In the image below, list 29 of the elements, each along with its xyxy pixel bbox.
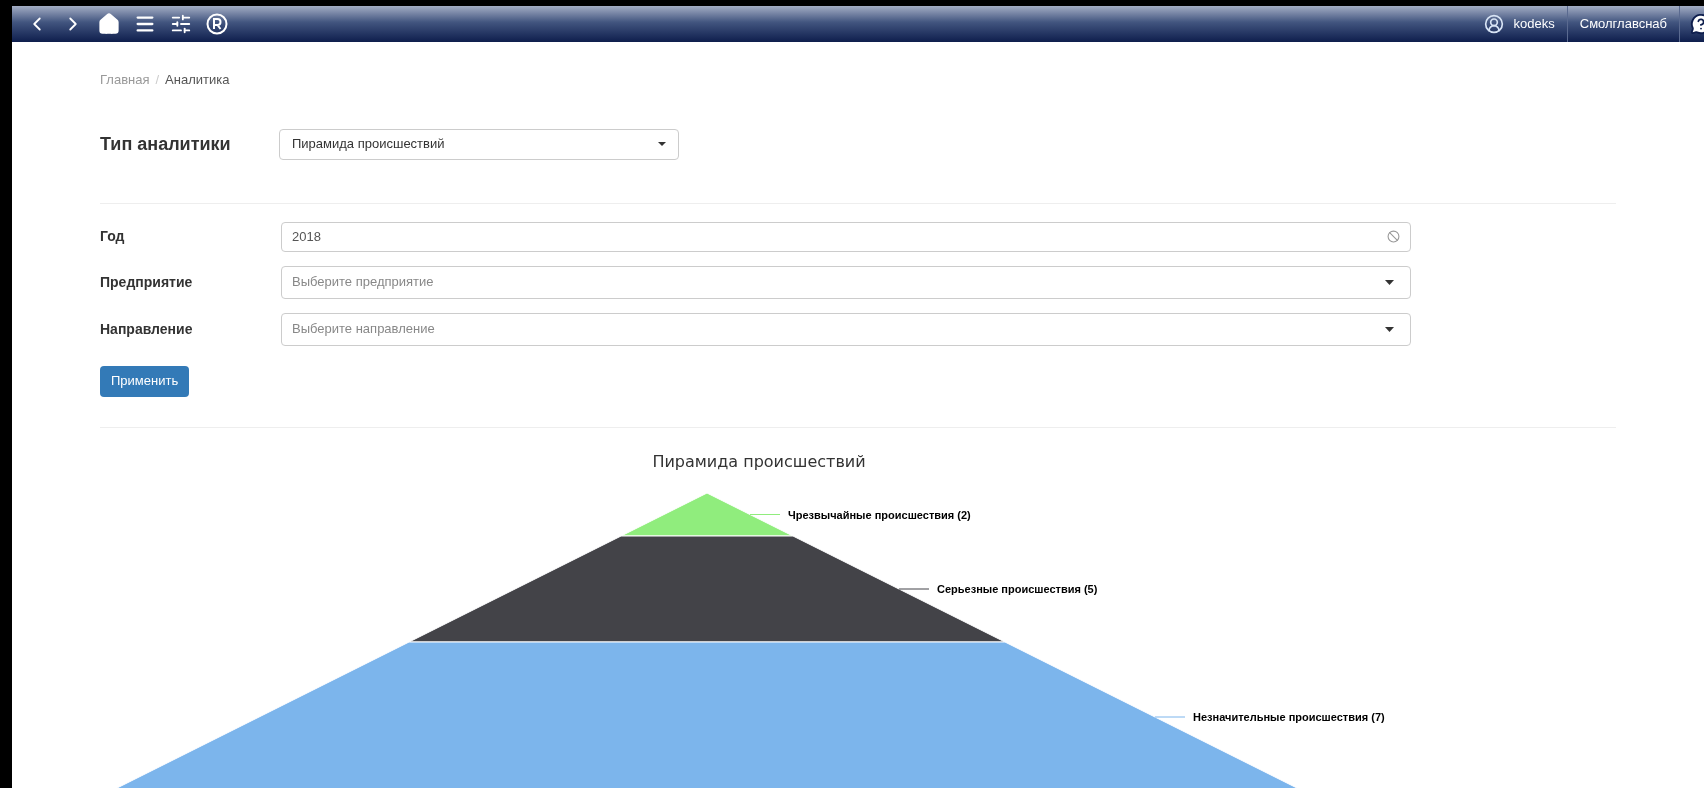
organization-name[interactable]: Смолглавснаб	[1567, 14, 1679, 34]
select-field[interactable]: Выберите предприятие	[281, 265, 1411, 299]
breadcrumb-separator: /	[155, 71, 160, 89]
filter-label: Год	[100, 227, 126, 246]
sliders-icon[interactable]	[170, 13, 192, 35]
chart-title: Пирамида происшествий	[652, 450, 866, 473]
leader-line	[749, 513, 781, 515]
registered-icon[interactable]	[206, 13, 228, 35]
slice-label: Незначительные происшествия (7)	[1193, 710, 1385, 723]
leader-line	[898, 588, 930, 589]
menu-icon[interactable]	[134, 13, 156, 35]
home-icon[interactable]	[98, 13, 120, 35]
slice-label: Чрезвычайные происшествия (2)	[788, 508, 971, 520]
username[interactable]: kodeks	[1513, 14, 1567, 34]
filter-label: Предприятие	[100, 272, 194, 292]
breadcrumb-current: Аналитика	[165, 71, 230, 89]
clear-icon[interactable]	[1387, 230, 1400, 243]
analytics-type-label: Тип аналитики	[100, 132, 232, 156]
slice-label: Серьезные происшествия (5)	[937, 582, 1098, 595]
user-avatar-icon[interactable]	[1483, 14, 1504, 34]
leader-line	[1154, 716, 1186, 717]
analytics-type-select[interactable]: Пирамида происшествий	[279, 128, 679, 160]
caret-icon	[1385, 279, 1394, 285]
filter-label: Направление	[100, 319, 194, 339]
year-field[interactable]: 2018	[281, 221, 1411, 252]
caret-icon	[1385, 326, 1394, 332]
select-field[interactable]: Выберите направление	[281, 312, 1411, 346]
caret-icon	[658, 142, 666, 146]
apply-button[interactable]: Применить	[100, 365, 190, 397]
